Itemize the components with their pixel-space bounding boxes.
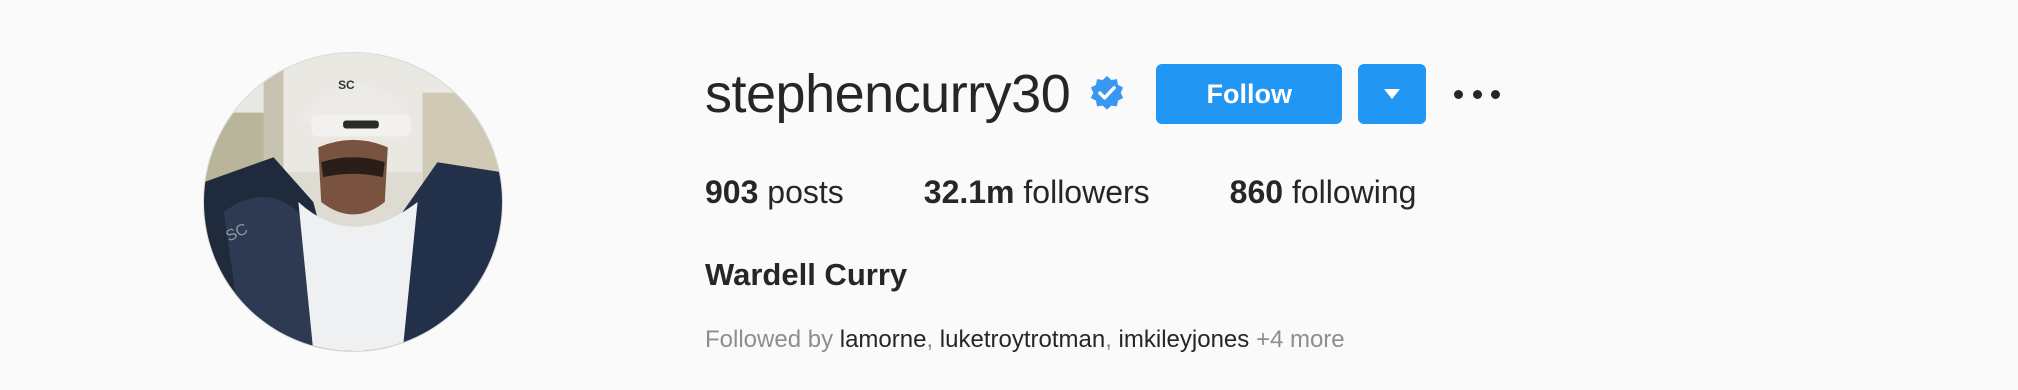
profile-header-row: stephencurry30 Follow — [705, 62, 1501, 126]
suggestions-dropdown-button[interactable] — [1358, 64, 1427, 124]
profile-photo: SC SC — [204, 53, 502, 351]
stat-posts[interactable]: 903 posts — [705, 170, 844, 214]
followed-by[interactable]: Followed by lamorne, luketroytrotman, im… — [705, 324, 1345, 356]
username: stephencurry30 — [705, 64, 1071, 124]
profile-avatar[interactable]: SC SC — [203, 52, 503, 352]
verified-badge-icon — [1088, 75, 1126, 113]
stat-followers[interactable]: 32.1m followers — [924, 170, 1150, 214]
followed-by-more[interactable]: +4 more — [1256, 326, 1345, 353]
followed-by-user[interactable]: imkileyjones — [1119, 326, 1250, 353]
more-options-icon[interactable] — [1454, 64, 1501, 124]
stat-following-count: 860 — [1229, 174, 1284, 210]
stat-following-label: following — [1291, 174, 1417, 210]
stat-following[interactable]: 860 following — [1230, 170, 1417, 214]
stat-followers-label: followers — [1023, 174, 1150, 210]
stat-posts-label: posts — [767, 174, 844, 210]
followed-by-user[interactable]: luketroytrotman — [940, 326, 1105, 353]
more-dot — [1491, 89, 1501, 99]
profile-stats: 903 posts 32.1m followers 860 following — [705, 170, 1496, 214]
full-name: Wardell Curry — [705, 257, 908, 292]
follow-button[interactable]: Follow — [1156, 64, 1343, 124]
chevron-down-icon — [1384, 89, 1401, 99]
more-dot — [1454, 89, 1464, 99]
svg-text:SC: SC — [338, 78, 355, 92]
more-dot — [1472, 89, 1482, 99]
followed-by-user[interactable]: lamorne — [840, 326, 927, 353]
followed-by-prefix: Followed by — [705, 326, 834, 353]
stat-followers-count: 32.1m — [923, 174, 1015, 210]
stat-posts-count: 903 — [705, 174, 759, 210]
